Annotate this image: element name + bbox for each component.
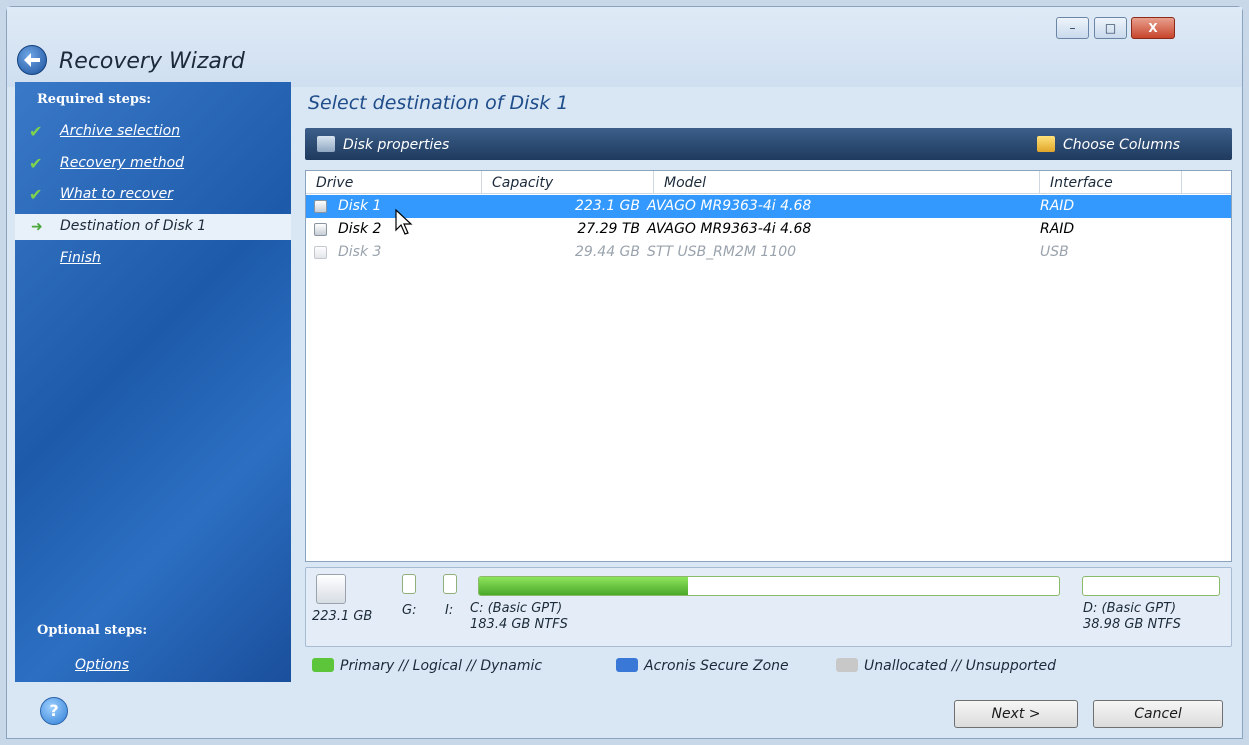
- optional-steps-heading: Optional steps:: [37, 623, 148, 638]
- step-recovery-method[interactable]: ✔ Recovery method: [15, 151, 291, 177]
- legend-unallocated: Unallocated // Unsupported: [836, 656, 1056, 676]
- wizard-sidebar: Required steps: ✔ Archive selection ✔ Re…: [15, 82, 291, 682]
- minimize-icon: –: [1069, 21, 1076, 35]
- disk-icon: [314, 246, 327, 259]
- close-button[interactable]: X: [1131, 17, 1175, 39]
- disk-properties-icon: [317, 136, 335, 152]
- choose-columns-button[interactable]: Choose Columns: [1037, 128, 1180, 160]
- drive-cell: Disk 2: [338, 221, 382, 237]
- check-icon: ✔: [29, 154, 43, 173]
- capacity-cell: 223.1 GB: [575, 198, 640, 214]
- partition-i-label: I:: [445, 603, 454, 618]
- step-label: Recovery method: [60, 155, 185, 171]
- legend-secure-zone: Acronis Secure Zone: [616, 656, 789, 676]
- table-header: Drive Capacity Model Interface: [306, 171, 1231, 194]
- disk-size-label: 223.1 GB: [312, 609, 373, 624]
- step-what-to-recover[interactable]: ✔ What to recover: [15, 182, 291, 208]
- help-icon[interactable]: ?: [40, 697, 68, 725]
- step-label: What to recover: [60, 186, 174, 202]
- disk-table: Drive Capacity Model Interface Disk 1 22…: [305, 170, 1232, 562]
- check-icon: ✔: [29, 122, 43, 141]
- choose-columns-label: Choose Columns: [1063, 137, 1181, 153]
- model-cell: AVAGO MR9363-4i 4.68: [647, 221, 812, 237]
- check-icon: ✔: [29, 185, 43, 204]
- interface-cell: USB: [1040, 244, 1069, 260]
- partition-d-name: D: (Basic GPT): [1083, 601, 1177, 616]
- disk-layout-map: 223.1 GB G: I: C: (Basic GPT) 183.4 GB N…: [305, 567, 1232, 647]
- next-button[interactable]: Next >: [954, 700, 1078, 728]
- current-step-arrow-icon: ➜: [31, 219, 43, 235]
- column-header-capacity[interactable]: Capacity: [482, 171, 654, 193]
- legend-label: Primary // Logical // Dynamic: [340, 658, 543, 674]
- disk-icon: [314, 200, 327, 213]
- partition-c-name: C: (Basic GPT): [470, 601, 563, 616]
- table-row[interactable]: Disk 1 223.1 GB AVAGO MR9363-4i 4.68 RAI…: [306, 195, 1231, 218]
- capacity-cell: 27.29 TB: [577, 221, 640, 237]
- capacity-cell: 29.44 GB: [575, 244, 640, 260]
- step-label: Archive selection: [60, 123, 181, 139]
- disk-toolbar: Disk properties Choose Columns: [305, 128, 1232, 160]
- step-archive-selection[interactable]: ✔ Archive selection: [15, 119, 291, 145]
- table-row: Disk 3 29.44 GB STT USB_RM2M 1100 USB: [306, 241, 1231, 264]
- mouse-cursor-icon: [395, 208, 413, 235]
- title-bar: Recovery Wizard – □ X: [7, 7, 1242, 87]
- page-title: Select destination of Disk 1: [308, 92, 569, 114]
- column-header-drive[interactable]: Drive: [306, 171, 482, 193]
- step-options[interactable]: Options: [15, 653, 291, 679]
- minimize-button[interactable]: –: [1056, 17, 1089, 39]
- disk-drive-icon: [316, 574, 346, 604]
- partition-c-size: 183.4 GB NTFS: [470, 617, 568, 632]
- required-steps-heading: Required steps:: [37, 92, 152, 107]
- step-label: Options: [75, 657, 130, 673]
- step-destination-of-disk-1[interactable]: ➜ Destination of Disk 1: [15, 214, 291, 240]
- column-header-interface[interactable]: Interface: [1040, 171, 1182, 193]
- maximize-icon: □: [1104, 21, 1117, 35]
- partition-g-label: G:: [402, 603, 417, 618]
- window-title: Recovery Wizard: [59, 49, 245, 74]
- partition-g-box[interactable]: [402, 574, 416, 594]
- disk-icon: [314, 223, 327, 236]
- legend-swatch-primary: [312, 658, 334, 672]
- step-finish[interactable]: Finish: [15, 246, 291, 272]
- legend-primary: Primary // Logical // Dynamic: [312, 656, 542, 676]
- maximize-button[interactable]: □: [1094, 17, 1127, 39]
- legend-label: Acronis Secure Zone: [644, 658, 789, 674]
- interface-cell: RAID: [1040, 221, 1075, 237]
- legend-label: Unallocated // Unsupported: [864, 658, 1057, 674]
- interface-cell: RAID: [1040, 198, 1075, 214]
- step-label: Finish: [60, 250, 101, 266]
- partition-d-size: 38.98 GB NTFS: [1083, 617, 1181, 632]
- disk-properties-label: Disk properties: [343, 137, 450, 153]
- close-icon: X: [1148, 21, 1158, 35]
- model-cell: AVAGO MR9363-4i 4.68: [647, 198, 812, 214]
- partition-c-bar[interactable]: [478, 576, 1060, 596]
- column-header-model[interactable]: Model: [654, 171, 1040, 193]
- step-label: Destination of Disk 1: [60, 218, 207, 234]
- disk-properties-button[interactable]: Disk properties: [317, 128, 449, 160]
- choose-columns-icon: [1037, 136, 1055, 152]
- table-row[interactable]: Disk 2 27.29 TB AVAGO MR9363-4i 4.68 RAI…: [306, 218, 1231, 241]
- partition-d-bar[interactable]: [1082, 576, 1220, 596]
- partition-i-box[interactable]: [443, 574, 457, 594]
- legend-swatch-unallocated: [836, 658, 858, 672]
- legend-swatch-secure-zone: [616, 658, 638, 672]
- model-cell: STT USB_RM2M 1100: [647, 244, 797, 260]
- drive-cell: Disk 1: [338, 198, 382, 214]
- drive-cell: Disk 3: [338, 244, 382, 260]
- cancel-button[interactable]: Cancel: [1093, 700, 1223, 728]
- partition-c-used-fill: [479, 577, 688, 595]
- back-arrow-icon[interactable]: [17, 45, 47, 75]
